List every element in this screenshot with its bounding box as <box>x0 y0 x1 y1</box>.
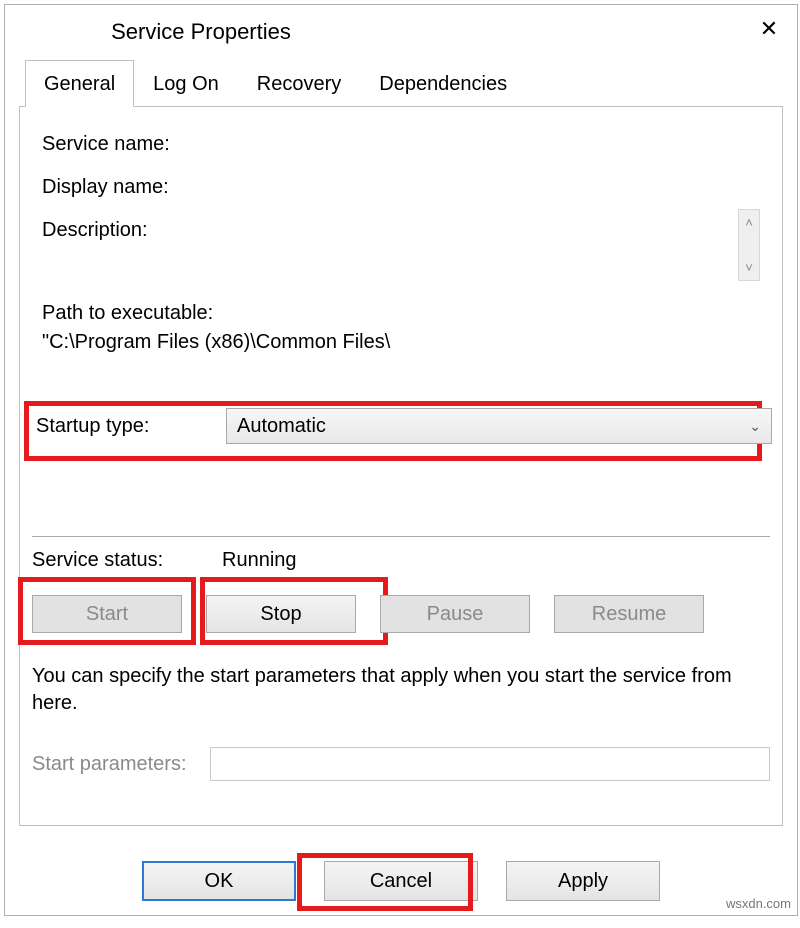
label-display-name: Display name: <box>42 176 220 199</box>
ok-button[interactable]: OK <box>142 861 296 901</box>
tab-general[interactable]: General <box>25 60 134 107</box>
start-parameters-input <box>210 747 770 781</box>
label-service-name: Service name: <box>42 133 220 156</box>
highlight-ok-button <box>297 853 473 911</box>
label-service-status: Service status: <box>32 549 222 572</box>
value-path-executable: "C:\Program Files (x86)\Common Files\ <box>42 331 760 354</box>
tab-dependencies[interactable]: Dependencies <box>360 60 526 107</box>
watermark: wsxdn.com <box>726 896 791 911</box>
value-service-status: Running <box>222 549 297 572</box>
stop-button[interactable]: Stop <box>206 595 356 633</box>
start-parameters-hint: You can specify the start parameters tha… <box>32 663 768 717</box>
tab-panel-general: Service name: Display name: Description:… <box>19 106 783 826</box>
close-icon[interactable]: ✕ <box>749 13 789 45</box>
startup-type-value: Automatic <box>237 415 326 438</box>
label-path-executable: Path to executable: <box>42 302 760 325</box>
resume-button: Resume <box>554 595 704 633</box>
scroll-down-icon[interactable]: ˅ <box>745 255 753 280</box>
label-description: Description: <box>42 219 220 242</box>
scroll-up-icon[interactable]: ˄ <box>745 210 753 235</box>
dialog-title: Service Properties <box>111 19 291 45</box>
tab-recovery[interactable]: Recovery <box>238 60 360 107</box>
start-button: Start <box>32 595 182 633</box>
label-startup-type: Startup type: <box>36 415 226 438</box>
tab-log-on[interactable]: Log On <box>134 60 238 107</box>
apply-button[interactable]: Apply <box>506 861 660 901</box>
service-properties-dialog: Service Properties ✕ General Log On Reco… <box>4 4 798 916</box>
description-scrollbar[interactable]: ˄ ˅ <box>738 209 760 281</box>
tab-strip: General Log On Recovery Dependencies <box>5 59 797 106</box>
startup-type-dropdown[interactable]: Automatic ⌄ <box>226 408 772 444</box>
chevron-down-icon: ⌄ <box>749 418 761 435</box>
label-start-parameters: Start parameters: <box>32 753 210 776</box>
separator <box>32 536 770 537</box>
pause-button: Pause <box>380 595 530 633</box>
titlebar: Service Properties ✕ <box>5 5 797 59</box>
